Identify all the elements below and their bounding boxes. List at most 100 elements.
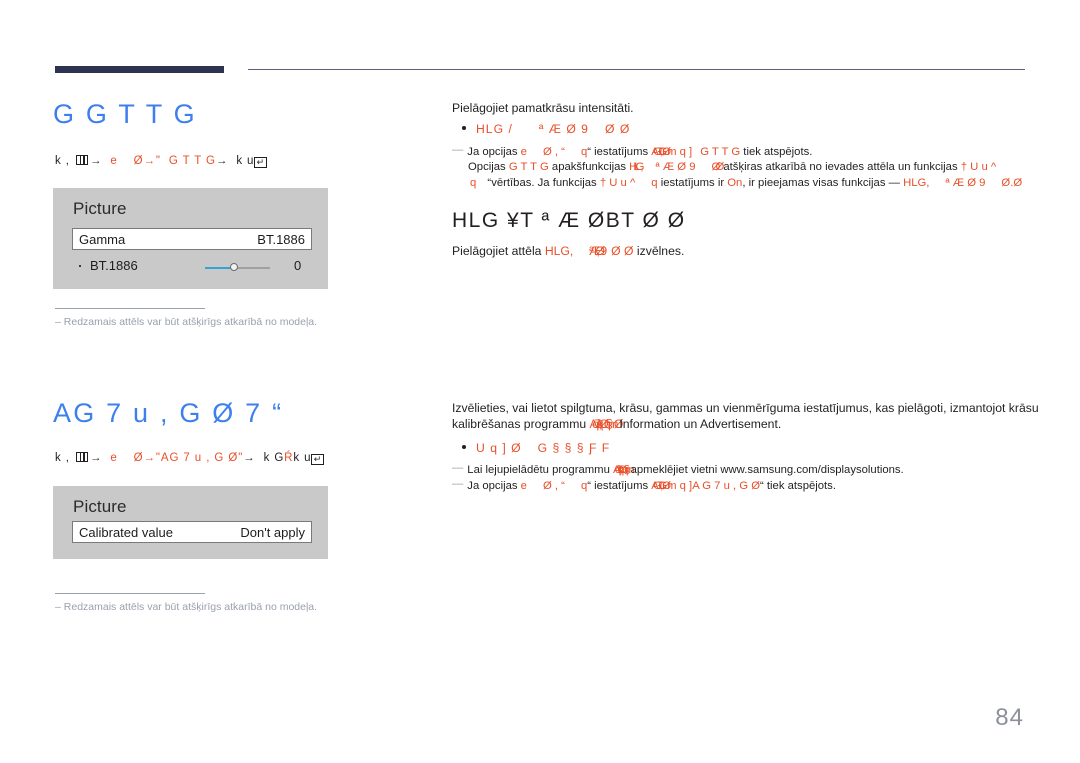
note-seg: “ iestatījums: [587, 146, 652, 158]
note-seg: q: [470, 177, 477, 189]
note-seg: “vērtības. Ja funkcijas: [484, 177, 600, 189]
calibrated-intro-line-2: kalibrēšanas programmu A q 7 q , k Ø q §…: [452, 416, 781, 433]
calibrated-bullet-part-1: U q ] Ø: [476, 441, 522, 455]
gamma-intro-text: Pielāgojiet pamatkrāsu intensitāti.: [452, 101, 634, 115]
breadcrumb-step-1: e: [110, 155, 118, 167]
note-separator-1: [55, 308, 205, 309]
menu-icon: [75, 452, 88, 462]
note-seg: m q ]: [667, 146, 693, 158]
breadcrumb-prefix: k ,: [55, 155, 70, 167]
header-rule-thin: [248, 69, 1025, 70]
osd-row-gamma[interactable]: Gamma BT.1886: [72, 228, 312, 250]
breadcrumb-step-4: AG 7 u , G Ø: [160, 452, 239, 464]
breadcrumb-arrow-1: →: [89, 155, 103, 167]
note-seg: m q ]: [667, 480, 693, 492]
breadcrumb-step-4: G T T G: [168, 155, 216, 167]
hlg-body-accent-3: Ø Ø: [611, 244, 634, 258]
osd-row-value: Don't apply: [240, 525, 305, 540]
osd-row-value: BT.1886: [257, 232, 305, 247]
breadcrumb-step-2: Ø: [133, 452, 144, 464]
note-seg: A q 7 q , k Ø q § m: [613, 464, 634, 476]
calibrated-intro-line-1: Izvēlieties, vai lietot spilgtuma, krāsu…: [452, 401, 1039, 415]
note-text-1: – Redzamais attēls var būt atšķirīgs atk…: [55, 316, 318, 328]
hlg-body-pre: Pielāgojiet attēla: [452, 244, 545, 258]
gamma-note-row-2: Opcijas G T T G apakšfunkcijas HLG, ª Æ Ø…: [468, 160, 996, 176]
breadcrumb-arrow-3: →: [215, 155, 229, 167]
note-seg: e: [520, 480, 527, 492]
menu-icon: [75, 155, 88, 165]
osd-sub-label: BT.1886: [90, 258, 138, 273]
osd-panel-picture-gamma: Picture Gamma BT.1886 BT.1886 0: [53, 188, 328, 289]
note-seg: G T T G: [508, 161, 549, 173]
breadcrumb-step-8: k u: [293, 452, 312, 464]
note-seg: atšķiras atkarībā no ievades attēla un f…: [720, 161, 961, 173]
note-seg: G T T G: [700, 146, 741, 158]
note-seg: ª Æ Ø 9: [655, 161, 696, 173]
note-text-2: – Redzamais attēls var būt atšķirīgs atk…: [55, 601, 318, 613]
page-number: 84: [995, 704, 1024, 731]
breadcrumb-prefix: k ,: [55, 452, 70, 464]
em-dash-icon: —: [452, 478, 464, 490]
gamma-bullet-part-2: ª Æ Ø 9: [538, 122, 589, 136]
note-seg: apmeklējiet vietni www.samsung.com/displ…: [630, 464, 904, 476]
note-seg: apakšfunkcijas: [548, 161, 630, 173]
gamma-bullet-row: HLG / ª Æ Ø 9 Ø Ø: [462, 121, 630, 137]
bullet-dot-icon: [79, 265, 81, 267]
calibrated-intro-post: Information un Advertisement.: [619, 417, 782, 431]
note-label: Redzamais attēls var būt atšķirīgs atkar…: [63, 601, 318, 613]
note-seg: A G 7 u , G Ø: [651, 146, 671, 158]
gamma-bullet-part-3: Ø Ø: [604, 122, 631, 136]
hlg-body-accent-2: ª Æ , Ø 9: [589, 244, 607, 258]
note-seg: Lai lejupielādētu programmu: [467, 464, 613, 476]
osd-row-label: Calibrated value: [79, 525, 173, 540]
note-separator-2: [55, 593, 205, 594]
osd-subrow-bt1886[interactable]: BT.1886 0: [72, 258, 314, 276]
hlg-body-text: Pielāgojiet attēla HLG, ª Æ , Ø 9 Ø Ø izvē…: [452, 243, 684, 260]
breadcrumb-arrow-2: →: [143, 155, 156, 167]
note-seg: Ø , “: [542, 480, 565, 492]
note-seg: On: [727, 177, 743, 189]
note-seg: HLG,: [629, 161, 644, 173]
enter-key-icon: ↵: [311, 454, 325, 465]
subsection-heading-hlg: HLG ¥T ª Æ ØBT Ø Ø: [452, 209, 686, 232]
osd-slider[interactable]: [205, 263, 270, 271]
breadcrumb-step-7: Ŕ: [284, 452, 294, 464]
note-label: Redzamais attēls var būt atšķirīgs atkar…: [63, 316, 318, 328]
slider-fill: [205, 267, 233, 269]
note-seg: ª Æ Ø 9: [945, 177, 986, 189]
section-heading-calibrated-value: AG 7 u , G Ø 7 “: [53, 398, 284, 428]
breadcrumb-arrow-3: →: [243, 452, 256, 464]
note-seg: Ja opcijas: [467, 480, 521, 492]
note-seg: † U u ^: [599, 177, 636, 189]
note-seg: Ø , “: [542, 146, 565, 158]
calibrated-bullet-part-2: G § § § Ƒ F: [537, 441, 611, 455]
note-seg: A G 7 u , G Ø: [692, 480, 760, 492]
note-seg: “ iestatījums: [587, 480, 652, 492]
hlg-body-post: izvēlnes.: [633, 244, 685, 258]
section-heading-gamma: G G T T G: [53, 99, 197, 129]
note-seg: , ir pieejamas visas funkcijas —: [742, 177, 904, 189]
gamma-bullet-part-1: HLG /: [476, 122, 513, 136]
note-seg: A G 7 u , G Ø: [651, 480, 671, 492]
breadcrumb-calibrated: k , → e Ø→"AG 7 u , G Ø"→ k GŔk u ↵: [55, 452, 325, 465]
breadcrumb-step-6: k G: [263, 452, 285, 464]
breadcrumb-gamma: k , → e Ø→" G T T G→ k u ↵: [55, 155, 268, 168]
gamma-note-row-3: q “vērtības. Ja funkcijas † U u ^ q iesta…: [470, 176, 1022, 192]
bullet-dot-icon: [462, 445, 466, 449]
osd-row-label: Gamma: [79, 232, 126, 247]
note-seg: Ø Ø: [711, 161, 725, 173]
hlg-body-accent-1: HLG,: [544, 244, 574, 258]
note-seg: e: [520, 146, 527, 158]
note-seg: Ø.Ø: [1001, 177, 1023, 189]
osd-panel-title: Picture: [73, 199, 127, 218]
em-dash-icon: —: [452, 144, 464, 156]
header-rule-thick: [55, 66, 224, 73]
slider-handle[interactable]: [229, 263, 238, 271]
calibrated-note-row-2: — Ja opcijas eØ , “q“ iestatījums A G 7 u…: [452, 477, 836, 495]
calibrated-note-row-1: — Lai lejupielādētu programmu A q 7 q , k…: [452, 461, 904, 479]
note-seg: tiek atspējots.: [740, 146, 813, 158]
osd-row-calibrated-value[interactable]: Calibrated value Don't apply: [72, 521, 312, 543]
em-dash-icon: —: [452, 462, 464, 474]
calibrated-intro-accent: A q 7 q , k Ø q § m Ø: [589, 417, 624, 431]
breadcrumb-step-3: ": [155, 155, 161, 167]
